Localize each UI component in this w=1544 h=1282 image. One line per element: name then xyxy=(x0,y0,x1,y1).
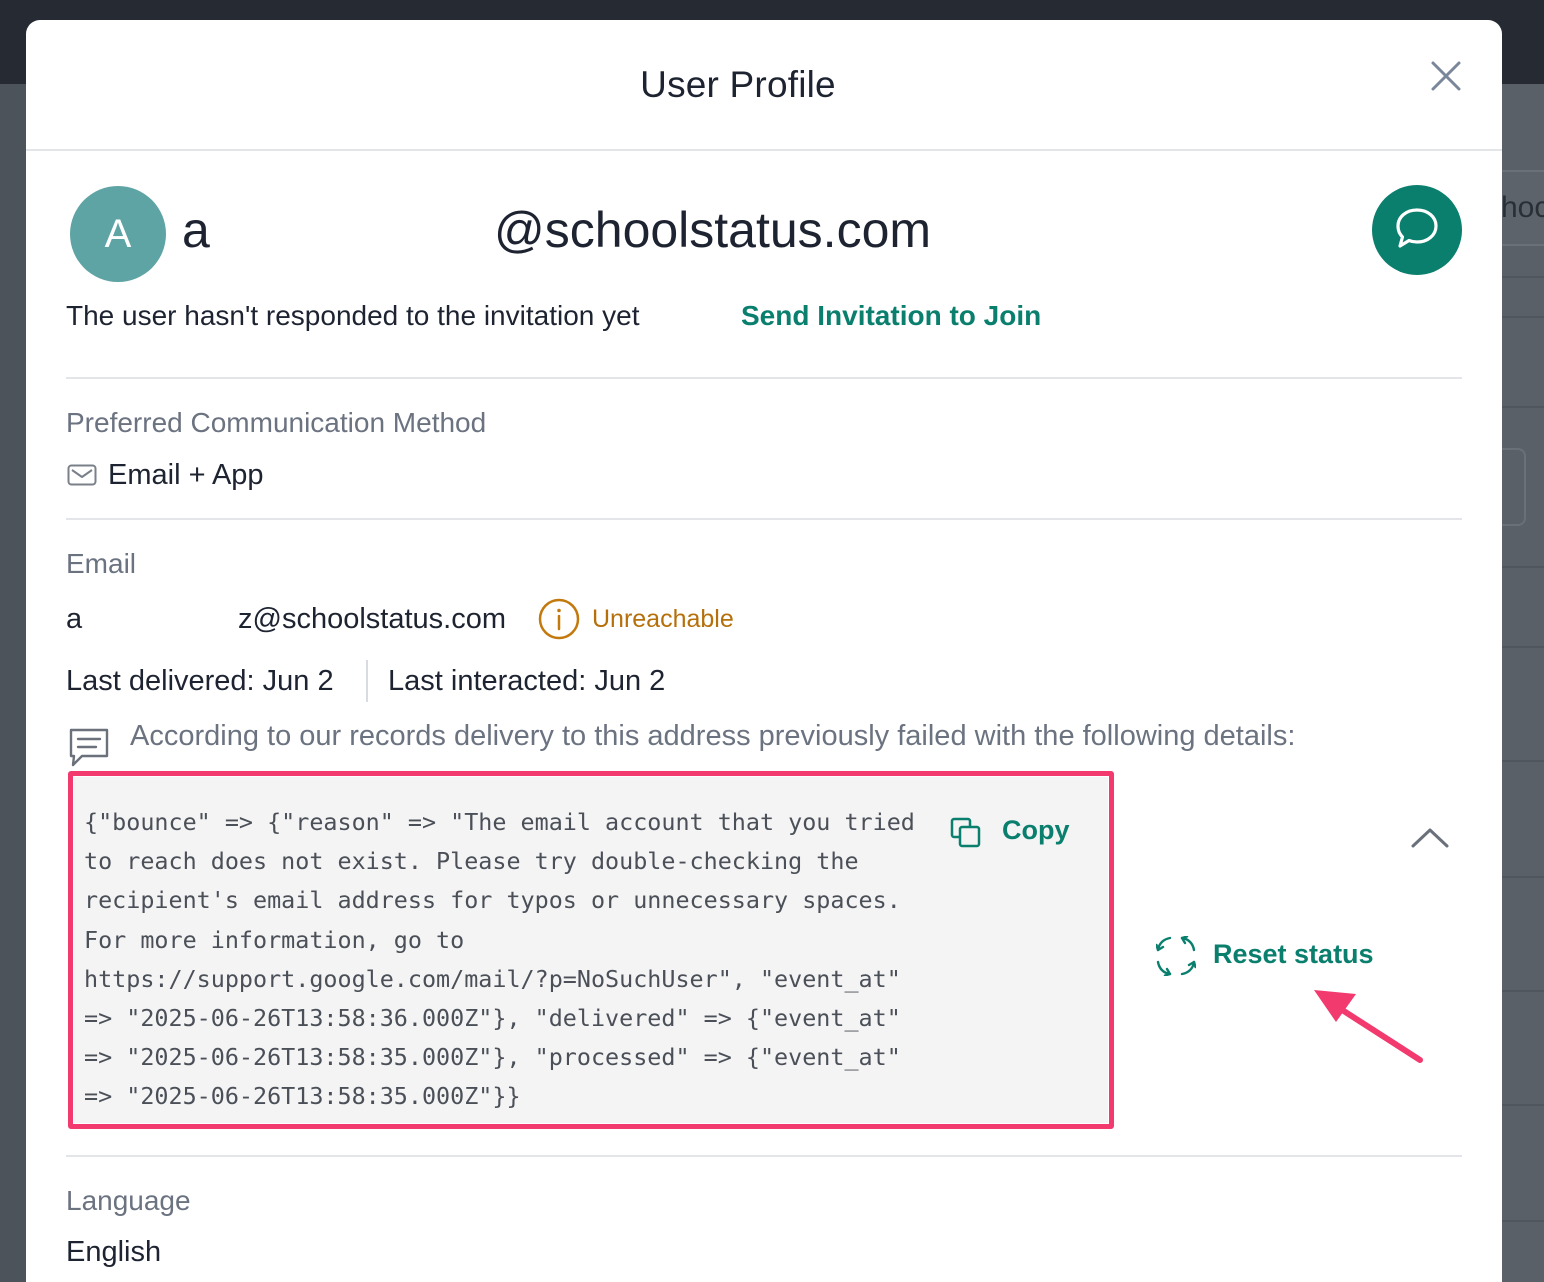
modal-header: User Profile xyxy=(26,20,1502,151)
background-divider xyxy=(1502,316,1544,318)
user-email-domain: @schoolstatus.com xyxy=(494,202,932,258)
email-address-start: a xyxy=(66,603,83,635)
reset-icon xyxy=(1156,936,1196,976)
background-divider xyxy=(1502,646,1544,648)
delivery-failure-note: According to our records delivery to thi… xyxy=(130,720,1296,752)
background-page xyxy=(1502,84,1544,1282)
background-divider xyxy=(1502,760,1544,762)
last-delivered-text: Last delivered: Jun 2 xyxy=(66,665,334,697)
language-value: English xyxy=(66,1236,162,1268)
mail-icon xyxy=(67,464,97,486)
background-divider xyxy=(1502,990,1544,992)
reset-status-button[interactable]: Reset status xyxy=(1156,936,1396,978)
send-invitation-link[interactable]: Send Invitation to Join xyxy=(741,300,1041,332)
background-divider xyxy=(1502,566,1544,568)
background-field-text: hoc xyxy=(1501,191,1544,224)
language-label: Language xyxy=(66,1185,191,1216)
note-icon xyxy=(69,728,109,767)
communication-method-value: Email + App xyxy=(108,459,264,491)
annotation-highlight-box xyxy=(68,771,1114,1129)
communication-method-label: Preferred Communication Method xyxy=(66,407,487,438)
reset-status-label: Reset status xyxy=(1213,939,1374,969)
modal-title: User Profile xyxy=(640,64,836,105)
section-divider xyxy=(66,377,1462,379)
user-profile-modal: User Profile A a @schoolstatus.com The u… xyxy=(26,20,1502,1282)
unreachable-status: Unreachable xyxy=(592,605,734,633)
user-email-start: a xyxy=(182,202,210,258)
vertical-divider xyxy=(366,660,368,702)
background-divider xyxy=(1502,1220,1544,1222)
section-divider xyxy=(66,1155,1462,1157)
annotation-arrow xyxy=(1314,990,1423,1063)
background-divider xyxy=(1502,406,1544,408)
info-icon xyxy=(538,598,580,640)
chat-bubble-icon xyxy=(1396,208,1438,248)
email-label: Email xyxy=(66,548,137,579)
section-divider xyxy=(66,518,1462,520)
background-search-field: hoc xyxy=(1495,170,1544,246)
chevron-up-icon[interactable] xyxy=(1410,826,1450,850)
background-divider xyxy=(1502,276,1544,278)
last-interacted-text: Last interacted: Jun 2 xyxy=(388,665,666,697)
message-button[interactable] xyxy=(1372,185,1462,275)
email-address-end: z@schoolstatus.com xyxy=(238,603,506,635)
invitation-status-text: The user hasn't responded to the invitat… xyxy=(66,300,640,331)
background-divider xyxy=(1502,876,1544,878)
close-button[interactable] xyxy=(1428,58,1464,94)
background-divider xyxy=(1502,1104,1544,1106)
avatar: A xyxy=(70,186,166,282)
close-icon xyxy=(1431,61,1461,91)
